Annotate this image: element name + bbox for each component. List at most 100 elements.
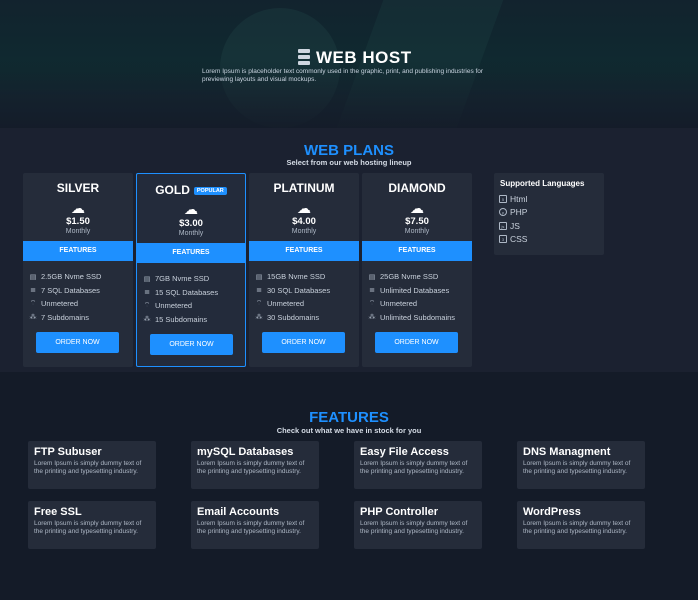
wifi-icon: ⌔: [143, 302, 151, 310]
language-list: 5 Html p PHP js JS 3 CSS: [499, 192, 527, 246]
feature-card-free-ssl: Free SSL Lorem Ipsum is simply dummy tex…: [28, 501, 156, 549]
database-icon: ≣: [256, 287, 262, 295]
cloud-icon: ☁: [410, 200, 424, 216]
database-icon: ≣: [369, 287, 375, 295]
feature-text: 15GB Nvme SSD: [267, 272, 326, 282]
supported-languages-card: Supported Languages 5 Html p PHP js JS 3 CSS: [494, 173, 604, 255]
plan-card-gold: GOLD POPULAR ☁ $3.00 Monthly FEATURES ▤ 7G…: [136, 173, 246, 367]
feature-card-title: Easy File Access: [360, 446, 449, 458]
feature-card-desc: Lorem Ipsum is simply dummy text of the …: [197, 460, 305, 475]
brand: WEB HOST: [298, 48, 412, 68]
feature-text: Unlimited Subdomains: [380, 312, 456, 322]
cloud-icon: ☁: [297, 200, 311, 216]
plan-name: GOLD POPULAR: [137, 183, 245, 197]
order-now-button[interactable]: ORDER NOW: [36, 332, 119, 353]
feature-item: ≣ 30 SQL Databases: [255, 284, 355, 298]
feature-list: ▤ 25GB Nvme SSD ≣ Unlimited Databases ⌔ Unm…: [368, 270, 468, 324]
feature-text: Unmetered: [267, 299, 305, 309]
sitemap-icon: ⁂: [368, 314, 376, 322]
feature-card-title: WordPress: [523, 506, 581, 518]
plan-name-text: GOLD: [155, 183, 190, 197]
feature-list: ▤ 15GB Nvme SSD ≣ 30 SQL Databases ⌔ Unmete…: [255, 270, 355, 324]
feature-item: ⌔ Unmetered: [143, 299, 241, 313]
server-icon: [298, 49, 310, 67]
disk-icon: ▤: [29, 273, 37, 281]
wifi-icon: ⌔: [29, 300, 37, 308]
feature-card-title: mySQL Databases: [197, 446, 294, 458]
plan-price: $7.50: [405, 216, 429, 227]
feature-item: ≣ 7 SQL Databases: [29, 284, 129, 298]
feature-item: ▤ 15GB Nvme SSD: [255, 270, 355, 284]
plan-price: $3.00: [179, 218, 203, 229]
cloud-icon: ☁: [71, 200, 85, 216]
feature-card-easy-file-access: Easy File Access Lorem Ipsum is simply d…: [354, 441, 482, 489]
plan-price: $1.50: [66, 216, 90, 227]
features-bar: FEATURES: [137, 243, 245, 263]
language-item: 5 Html: [499, 192, 527, 206]
plan-price: $4.00: [292, 216, 316, 227]
feature-card-php-controller: PHP Controller Lorem Ipsum is simply dum…: [354, 501, 482, 549]
features-bar: FEATURES: [249, 241, 359, 261]
feature-text: 7GB Nvme SSD: [155, 274, 210, 284]
feature-item: ⁂ 30 Subdomains: [255, 311, 355, 325]
feature-text: 7 SQL Databases: [41, 285, 100, 295]
feature-item: ≣ Unlimited Databases: [368, 284, 468, 298]
feature-text: Unmetered: [41, 299, 79, 309]
plan-card-silver: SILVER ☁ $1.50 Monthly FEATURES ▤ 2.5GB N…: [23, 173, 133, 367]
plans-title: WEB PLANS: [304, 142, 394, 159]
hero-banner: WEB HOST Lorem Ipsum is placeholder text…: [0, 0, 698, 128]
feature-card-email-accounts: Email Accounts Lorem Ipsum is simply dum…: [191, 501, 319, 549]
disk-icon: ▤: [143, 275, 151, 283]
database-icon: ≣: [30, 287, 36, 295]
feature-list: ▤ 7GB Nvme SSD ≣ 15 SQL Databases ⌔ Unmeter…: [143, 272, 241, 326]
features-title: FEATURES: [309, 409, 389, 426]
order-now-button[interactable]: ORDER NOW: [150, 334, 233, 355]
css-icon: 3: [499, 235, 507, 244]
order-now-button[interactable]: ORDER NOW: [375, 332, 458, 353]
feature-item: ≣ 15 SQL Databases: [143, 286, 241, 300]
sitemap-icon: ⁂: [255, 314, 263, 322]
plan-name: DIAMOND: [388, 181, 446, 195]
feature-text: 15 SQL Databases: [155, 287, 219, 297]
language-item: 3 CSS: [499, 233, 527, 247]
plan-name: PLATINUM: [273, 181, 335, 195]
disk-icon: ▤: [368, 273, 376, 281]
php-icon: p: [499, 208, 507, 217]
feature-item: ▤ 7GB Nvme SSD: [143, 272, 241, 286]
feature-card-ftp-subuser: FTP Subuser Lorem Ipsum is simply dummy …: [28, 441, 156, 489]
feature-card-dns-managment: DNS Managment Lorem Ipsum is simply dumm…: [517, 441, 645, 489]
plan-period: Monthly: [178, 230, 204, 237]
sitemap-icon: ⁂: [29, 314, 37, 322]
features-bar: FEATURES: [23, 241, 133, 261]
feature-text: 30 SQL Databases: [267, 285, 331, 295]
wifi-icon: ⌔: [255, 300, 263, 308]
feature-text: 7 Subdomains: [41, 312, 89, 322]
plan-period: Monthly: [65, 228, 91, 235]
cloud-icon: ☁: [184, 201, 198, 217]
feature-item: ⁂ 7 Subdomains: [29, 311, 129, 325]
feature-card-title: FTP Subuser: [34, 446, 102, 458]
language-item: js JS: [499, 219, 527, 233]
feature-item: ⌔ Unmetered: [29, 297, 129, 311]
hero-subtitle: Lorem Ipsum is placeholder text commonly…: [202, 68, 484, 83]
feature-item: ⁂ 15 Subdomains: [143, 313, 241, 327]
features-subtitle: Check out what we have in stock for you: [276, 426, 422, 435]
features-bar: FEATURES: [362, 241, 472, 261]
plan-period: Monthly: [404, 228, 430, 235]
feature-list: ▤ 2.5GB Nvme SSD ≣ 7 SQL Databases ⌔ Unmete…: [29, 270, 129, 324]
plan-card-platinum: PLATINUM ☁ $4.00 Monthly FEATURES ▤ 15GB …: [249, 173, 359, 367]
feature-text: 2.5GB Nvme SSD: [41, 272, 102, 282]
feature-card-desc: Lorem Ipsum is simply dummy text of the …: [197, 520, 305, 535]
wifi-icon: ⌔: [368, 300, 376, 308]
database-icon: ≣: [144, 289, 150, 297]
language-name: PHP: [510, 207, 528, 218]
feature-card-mysql-databases: mySQL Databases Lorem Ipsum is simply du…: [191, 441, 319, 489]
html-icon: 5: [499, 194, 507, 203]
order-now-button[interactable]: ORDER NOW: [262, 332, 345, 353]
disk-icon: ▤: [255, 273, 263, 281]
feature-card-title: Free SSL: [34, 506, 82, 518]
feature-card-title: PHP Controller: [360, 506, 439, 518]
languages-title: Supported Languages: [500, 179, 585, 188]
feature-card-title: Email Accounts: [197, 506, 280, 518]
feature-item: ⁂ Unlimited Subdomains: [368, 311, 468, 325]
